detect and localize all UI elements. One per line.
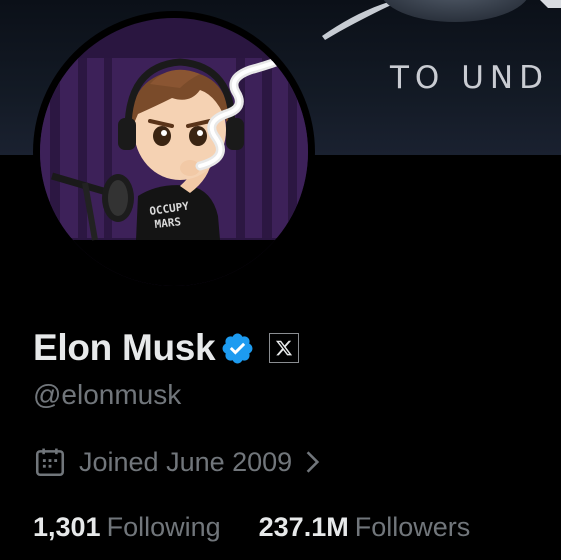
follow-stats: 1,301 Following 237.1M Followers [33,512,470,543]
display-name: Elon Musk [33,327,216,368]
avatar[interactable]: OCCUPY MARS [40,18,308,286]
verified-badge-icon[interactable] [220,331,255,366]
avatar-illustration: OCCUPY MARS [40,18,308,286]
following-count: 1,301 [33,512,101,542]
followers-label: Followers [354,512,471,542]
following-link[interactable]: 1,301 Following [33,512,221,543]
name-row: Elon Musk [33,323,300,373]
followers-count: 237.1M [258,512,349,542]
banner-text: TO UND [390,60,549,96]
calendar-icon [35,448,65,477]
following-label: Following [106,512,221,542]
followers-link[interactable]: 237.1M Followers [259,512,471,543]
chevron-right-icon [306,451,320,473]
joined-date-row[interactable]: Joined June 2009 [33,444,324,480]
affiliate-badge[interactable] [269,333,300,363]
x-logo-icon [276,340,293,356]
joined-date-text: Joined June 2009 [79,446,293,477]
shirt-text-line2: MARS [154,215,182,231]
user-handle: @elonmusk [33,379,182,410]
